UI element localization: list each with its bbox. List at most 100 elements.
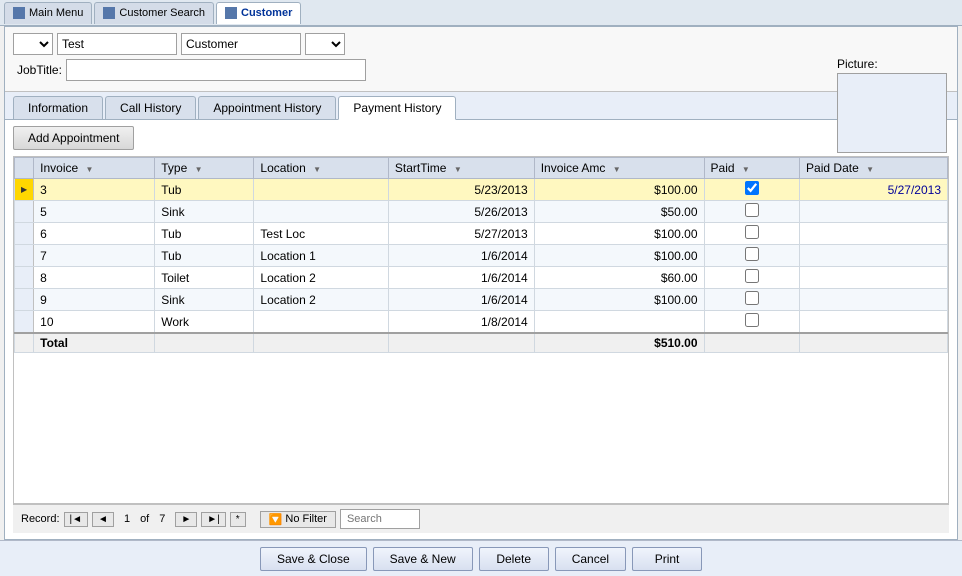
table-row[interactable]: 10Work1/8/2014 [15,311,948,334]
tab-customer-label: Customer [241,7,292,19]
col-header-starttime[interactable]: StartTime ▼ [388,158,534,179]
table-row[interactable]: 8ToiletLocation 21/6/2014$60.00 [15,267,948,289]
record-nav: Record: |◄ ◄ 1 of 7 ► ►| * 🔽 No Filter [13,504,949,533]
tab-information-label: Information [28,101,88,115]
paid-checkbox[interactable] [745,269,759,283]
tab-customer[interactable]: Customer [216,2,301,24]
paid-checkbox[interactable] [745,291,759,305]
row-selector [15,289,34,311]
invoice-amount-sort-arrow[interactable]: ▼ [613,165,621,174]
save-new-button[interactable]: Save & New [373,547,473,571]
paid-sort-arrow[interactable]: ▼ [742,165,750,174]
nav-new-button[interactable]: * [230,512,246,527]
record-current: 1 [124,513,130,525]
table-row[interactable]: 9SinkLocation 21/6/2014$100.00 [15,289,948,311]
picture-area: Picture: [837,57,947,153]
col-header-invoice[interactable]: Invoice ▼ [34,158,155,179]
cell-location: Test Loc [254,223,389,245]
cell-paid[interactable] [704,179,800,201]
cell-invoice-amount: $100.00 [534,289,704,311]
main-content: JobTitle: Picture: Information Call Hist… [4,26,958,540]
paid-checkbox[interactable] [745,225,759,239]
cell-paid[interactable] [704,201,800,223]
table-row[interactable]: ▶3Tub5/23/2013$100.005/27/2013 [15,179,948,201]
col-header-paid[interactable]: Paid ▼ [704,158,800,179]
data-table-wrapper: Invoice ▼ Type ▼ Location ▼ [13,156,949,504]
suffix-dropdown[interactable] [305,33,345,55]
cell-invoice-amount: $50.00 [534,201,704,223]
jobtitle-label: JobTitle: [17,63,62,77]
cell-type: Tub [155,245,254,267]
jobtitle-input[interactable] [66,59,366,81]
cell-invoice: 3 [34,179,155,201]
row-selector: ▶ [15,179,34,201]
save-close-button[interactable]: Save & Close [260,547,367,571]
print-button[interactable]: Print [632,547,702,571]
cell-invoice: 10 [34,311,155,334]
nav-next-button[interactable]: ► [175,512,197,527]
add-appointment-button[interactable]: Add Appointment [13,126,134,150]
cancel-button[interactable]: Cancel [555,547,626,571]
col-header-type[interactable]: Type ▼ [155,158,254,179]
table-row[interactable]: 5Sink5/26/2013$50.00 [15,201,948,223]
table-row[interactable]: 7TubLocation 11/6/2014$100.00 [15,245,948,267]
table-row[interactable]: 6TubTest Loc5/27/2013$100.00 [15,223,948,245]
no-filter-button[interactable]: 🔽 No Filter [260,511,336,528]
tab-main-menu[interactable]: Main Menu [4,2,92,24]
starttime-sort-arrow[interactable]: ▼ [454,165,462,174]
cell-paid[interactable] [704,245,800,267]
cell-paid-date [800,245,948,267]
cell-paid[interactable] [704,267,800,289]
title-dropdown[interactable] [13,33,53,55]
tab-payment-history[interactable]: Payment History [338,96,456,120]
type-sort-arrow[interactable]: ▼ [195,165,203,174]
cell-location: Location 2 [254,289,389,311]
paid-checkbox[interactable] [745,313,759,327]
cell-invoice-amount: $100.00 [534,223,704,245]
record-label: Record: [21,513,60,525]
col-header-paid-date[interactable]: Paid Date ▼ [800,158,948,179]
col-header-location[interactable]: Location ▼ [254,158,389,179]
cell-invoice-amount [534,311,704,334]
cell-type: Tub [155,179,254,201]
cell-location [254,201,389,223]
row-selector [15,311,34,334]
location-sort-arrow[interactable]: ▼ [313,165,321,174]
tabs-section: Information Call History Appointment His… [5,92,957,539]
cell-invoice-amount: $100.00 [534,245,704,267]
cell-location [254,179,389,201]
cell-type: Sink [155,201,254,223]
tab-payment-history-label: Payment History [353,101,441,115]
cell-paid[interactable] [704,223,800,245]
nav-prev-button[interactable]: ◄ [92,512,114,527]
cell-starttime: 5/27/2013 [388,223,534,245]
total-amount: $510.00 [534,333,704,353]
tab-appointment-history[interactable]: Appointment History [198,96,336,119]
nav-last-button[interactable]: ►| [201,512,226,527]
paid-checkbox[interactable] [745,203,759,217]
nav-first-button[interactable]: |◄ [64,512,89,527]
cell-starttime: 1/6/2014 [388,267,534,289]
col-header-invoice-amount[interactable]: Invoice Amc ▼ [534,158,704,179]
paid-date-sort-arrow[interactable]: ▼ [866,165,874,174]
paid-checkbox[interactable] [745,181,759,195]
last-name-input[interactable] [181,33,301,55]
col-header-selector [15,158,34,179]
delete-button[interactable]: Delete [479,547,549,571]
button-bar: Save & Close Save & New Delete Cancel Pr… [0,540,962,576]
tab-customer-search[interactable]: Customer Search [94,2,214,24]
filter-icon: 🔽 [269,513,283,526]
total-label: Total [34,333,155,353]
tab-content-payment-history: Add Appointment Invoice ▼ Type [5,120,957,539]
cell-paid[interactable] [704,289,800,311]
tab-call-history[interactable]: Call History [105,96,196,119]
record-search-input[interactable] [340,509,420,529]
tab-call-history-label: Call History [120,101,181,115]
first-name-input[interactable] [57,33,177,55]
tab-information[interactable]: Information [13,96,103,119]
invoice-sort-arrow[interactable]: ▼ [86,165,94,174]
cell-paid-date [800,289,948,311]
cell-paid[interactable] [704,311,800,334]
paid-checkbox[interactable] [745,247,759,261]
cell-starttime: 5/23/2013 [388,179,534,201]
